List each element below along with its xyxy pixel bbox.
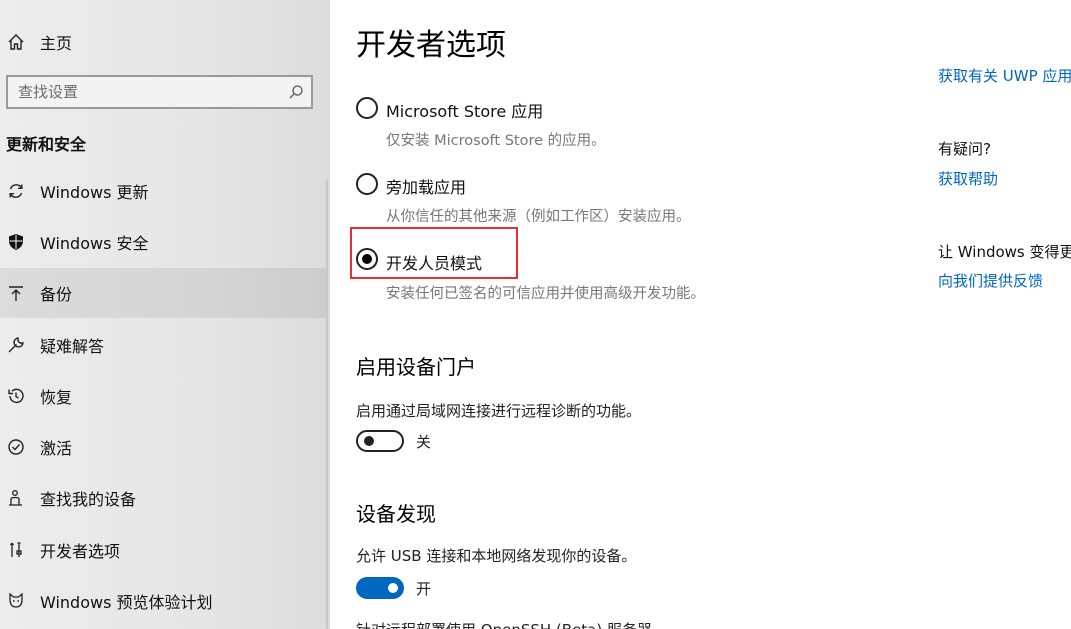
uwp-apps-link[interactable]: 获取有关 UWP 应用	[938, 65, 1071, 86]
get-help-link[interactable]: 获取帮助	[938, 168, 998, 189]
give-feedback-link[interactable]: 向我们提供反馈	[938, 270, 1043, 291]
home-label: 主页	[40, 34, 73, 53]
page-title: 开发者选项	[356, 28, 506, 63]
sidebar: 主页 更新和安全 Windows 更新 Windows 安全	[0, 0, 330, 629]
wrench-icon	[8, 337, 24, 353]
device-discovery-toggle-label: 开	[416, 580, 432, 598]
developer-tools-icon	[9, 542, 22, 557]
sidebar-item-windows-update[interactable]: Windows 更新	[0, 166, 326, 216]
sidebar-item-troubleshoot[interactable]: 疑难解答	[0, 320, 326, 370]
sidebar-item-label: 开发者选项	[40, 542, 121, 561]
sidebar-item-label: 激活	[40, 439, 73, 458]
search-input[interactable]	[8, 77, 288, 107]
device-portal-toggle[interactable]	[356, 430, 404, 452]
openssh-description-cutoff: 针对远程部署使用 OpenSSH (Beta) 服务器	[356, 619, 652, 629]
radio-label-developer-mode[interactable]: 开发人员模式	[386, 250, 482, 274]
sidebar-item-label: 查找我的设备	[40, 490, 137, 509]
sidebar-item-windows-insider[interactable]: Windows 预览体验计划	[0, 576, 326, 626]
sidebar-item-backup[interactable]: 备份	[0, 268, 326, 318]
sidebar-item-activation[interactable]: 激活	[0, 422, 326, 472]
home-icon	[8, 34, 24, 50]
radio-desc-microsoft-store: 仅安装 Microsoft Store 的应用。	[386, 133, 606, 149]
device-portal-description: 启用通过局域网连接进行远程诊断的功能。	[356, 402, 642, 420]
sidebar-item-developer-options[interactable]: 开发者选项	[0, 525, 326, 575]
device-portal-toggle-label: 关	[416, 433, 432, 451]
home-nav-item[interactable]: 主页	[6, 30, 72, 54]
radio-desc-developer-mode: 安装任何已签名的可信应用并使用高级开发功能。	[386, 286, 705, 302]
sidebar-item-windows-security[interactable]: Windows 安全	[0, 217, 326, 267]
search-icon[interactable]	[288, 84, 304, 100]
main-content	[330, 0, 930, 629]
check-circle-icon	[8, 439, 24, 455]
radio-developer-mode[interactable]	[356, 248, 378, 270]
radio-microsoft-store[interactable]	[356, 97, 378, 119]
sidebar-item-label: Windows 安全	[40, 234, 149, 253]
sidebar-item-label: 备份	[40, 285, 73, 304]
recovery-icon	[8, 388, 24, 404]
sidebar-item-recovery[interactable]: 恢复	[0, 371, 326, 421]
improve-windows-label: 让 Windows 变得更	[938, 243, 1071, 261]
device-discovery-heading: 设备发现	[356, 502, 436, 526]
sidebar-item-label: 疑难解答	[40, 337, 105, 356]
shield-icon	[9, 234, 23, 250]
radio-sideload[interactable]	[356, 173, 378, 195]
sidebar-item-label: Windows 预览体验计划	[40, 593, 213, 612]
device-discovery-description: 允许 USB 连接和本地网络发现你的设备。	[356, 547, 637, 565]
settings-window: 主页 更新和安全 Windows 更新 Windows 安全	[0, 0, 1071, 629]
sidebar-item-label: Windows 更新	[40, 183, 149, 202]
radio-label-sideload[interactable]: 旁加载应用	[386, 174, 466, 198]
device-discovery-toggle[interactable]	[356, 577, 404, 599]
backup-icon	[9, 286, 23, 301]
section-title: 更新和安全	[6, 135, 87, 154]
device-portal-heading: 启用设备门户	[356, 355, 476, 379]
refresh-icon	[9, 184, 23, 198]
sidebar-item-find-my-device[interactable]: 查找我的设备	[0, 473, 326, 523]
radio-desc-sideload: 从你信任的其他来源（例如工作区）安装应用。	[386, 209, 691, 225]
sidebar-item-label: 恢复	[40, 388, 73, 407]
sidebar-scrollbar[interactable]	[326, 180, 328, 629]
person-location-icon	[9, 490, 22, 506]
insider-cat-icon	[9, 592, 23, 608]
question-label: 有疑问?	[938, 140, 991, 158]
search-box[interactable]	[6, 75, 313, 109]
radio-label-microsoft-store[interactable]: Microsoft Store 应用	[386, 98, 543, 122]
